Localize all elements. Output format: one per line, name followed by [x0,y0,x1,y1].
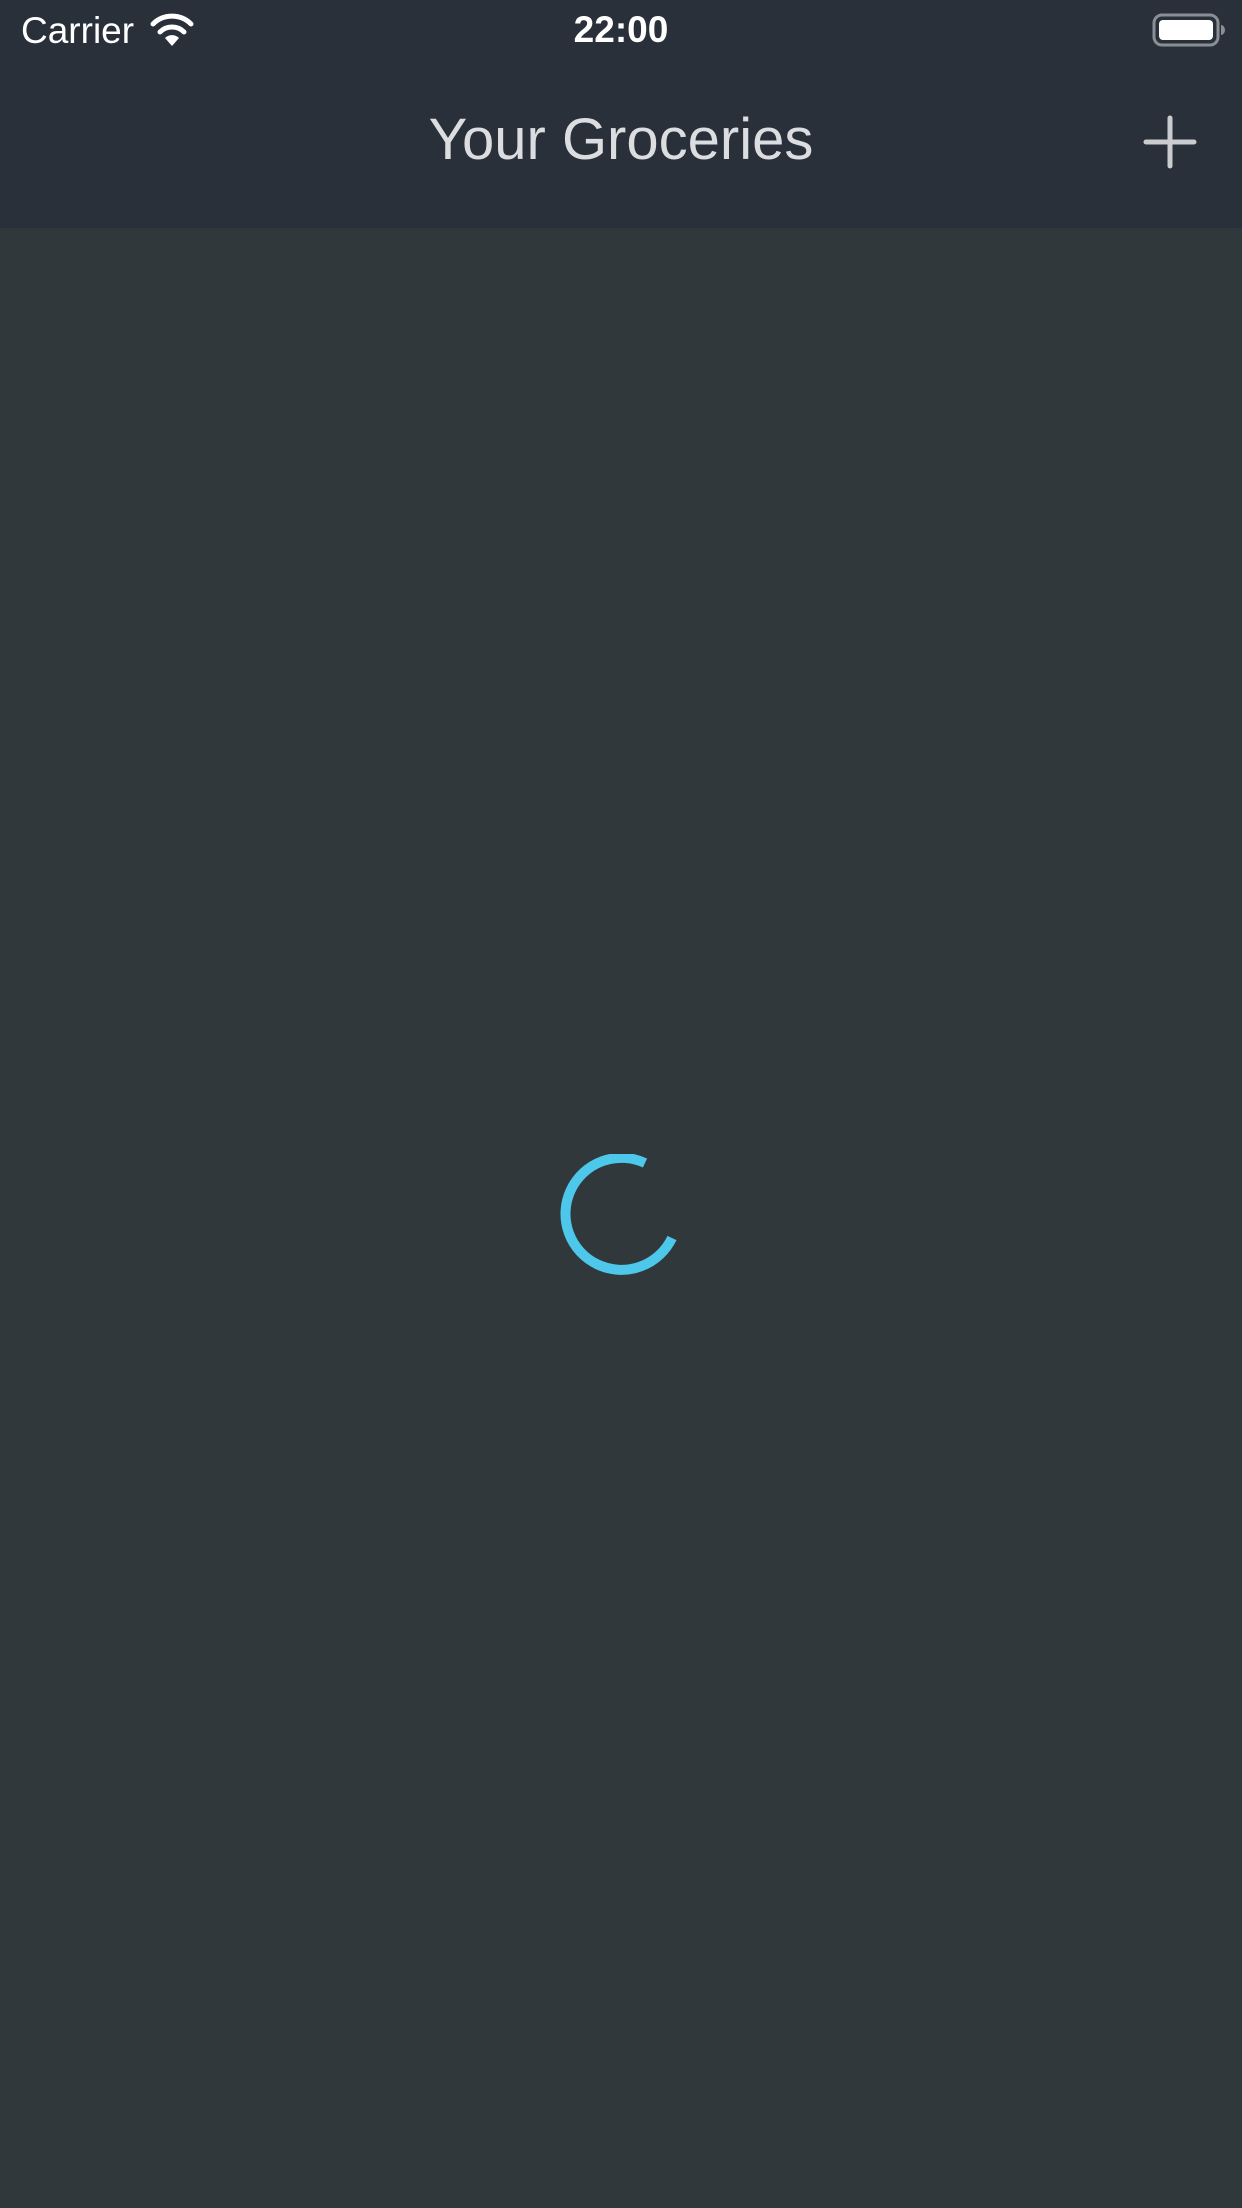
battery-full-icon [1152,13,1226,47]
add-grocery-button[interactable] [1130,102,1210,182]
plus-icon [1143,115,1197,169]
navigation-bar: Your Groceries [0,62,1242,228]
spinner-icon [558,1152,682,1278]
page-title: Your Groceries [428,107,814,172]
status-bar: Carrier 22:00 [0,0,1242,62]
app-screen: Carrier 22:00 Your Groceries [0,0,1242,2208]
status-time: 22:00 [573,9,669,50]
